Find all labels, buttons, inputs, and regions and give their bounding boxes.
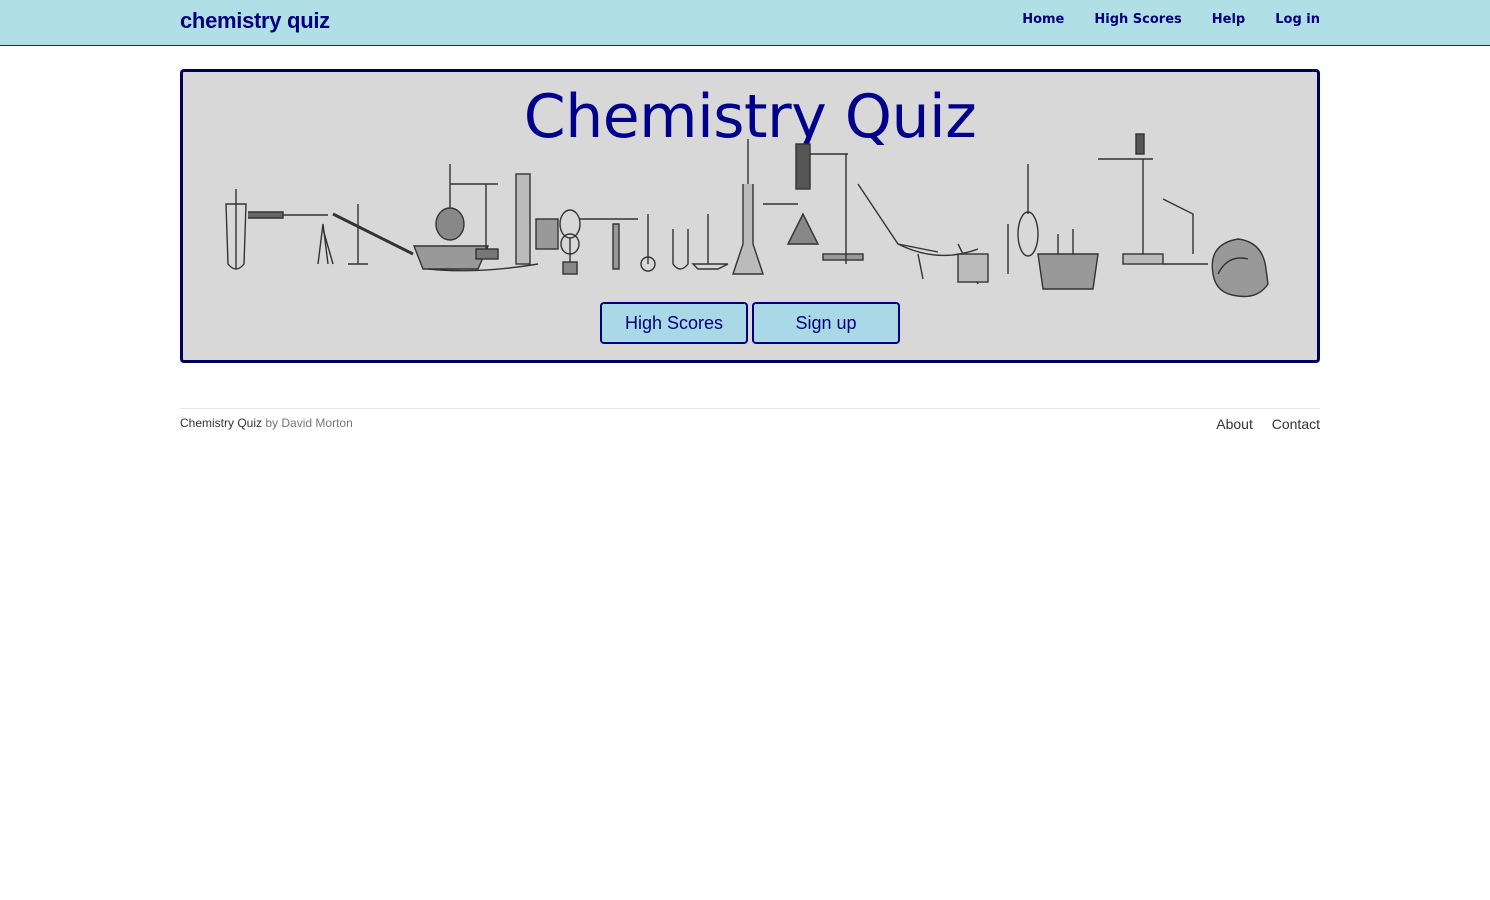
footer-link-contact[interactable]: Contact <box>1272 416 1320 432</box>
nav-high-scores[interactable]: High Scores <box>1094 12 1181 27</box>
brand-link[interactable]: chemistry quiz <box>180 8 330 34</box>
nav-help[interactable]: Help <box>1212 12 1245 27</box>
page-footer: Chemistry Quiz by David Morton About Con… <box>180 408 1320 439</box>
footer-by: by <box>265 416 279 430</box>
footer-link-about[interactable]: About <box>1216 416 1253 432</box>
hero-button-row: High Scores Sign up <box>183 302 1317 344</box>
hero-banner: Chemistry Quiz High Scores Sign up <box>180 69 1320 363</box>
nav-links: Home High Scores Help Log in <box>992 12 1320 27</box>
sign-up-button[interactable]: Sign up <box>752 302 900 344</box>
footer-credit: Chemistry Quiz by David Morton <box>180 416 353 430</box>
footer-site-name: Chemistry Quiz <box>180 416 263 430</box>
nav-log-in[interactable]: Log in <box>1275 12 1320 27</box>
footer-links: About Contact <box>1201 416 1320 432</box>
top-navbar: chemistry quiz Home High Scores Help Log… <box>0 0 1490 46</box>
nav-home[interactable]: Home <box>1022 12 1064 27</box>
lab-apparatus-illustration <box>225 133 1269 298</box>
high-scores-button[interactable]: High Scores <box>600 302 748 344</box>
footer-author: David Morton <box>281 416 353 430</box>
